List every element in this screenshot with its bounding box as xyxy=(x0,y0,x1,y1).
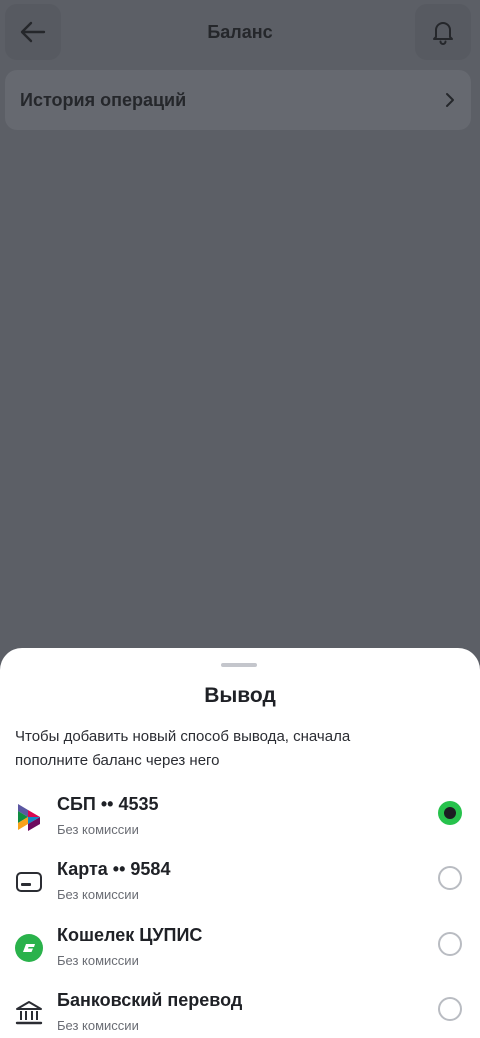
sheet-drag-handle[interactable] xyxy=(221,663,257,667)
method-commission: Без комиссии xyxy=(57,822,139,837)
method-radio[interactable] xyxy=(438,932,462,956)
sbp-logo-icon xyxy=(14,802,44,832)
page-title: Баланс xyxy=(207,22,273,42)
cupis-wallet-icon xyxy=(14,933,44,963)
method-bank-transfer[interactable]: Банковский перевод Без комиссии xyxy=(0,990,480,1038)
withdraw-bottom-sheet: Вывод Чтобы добавить новый способ вывода… xyxy=(0,648,480,1038)
app-header: Баланс xyxy=(0,0,480,64)
method-card[interactable]: Карта •• 9584 Без комиссии xyxy=(0,859,480,919)
method-radio[interactable] xyxy=(438,866,462,890)
method-name: Кошелек ЦУПИС xyxy=(57,925,203,945)
notifications-button[interactable] xyxy=(415,4,471,60)
method-commission: Без комиссии xyxy=(57,887,139,902)
method-name: Карта •• 9584 xyxy=(57,859,171,879)
method-sbp[interactable]: СБП •• 4535 Без комиссии xyxy=(0,794,480,854)
history-operations-label: История операций xyxy=(20,89,187,110)
method-radio-selected[interactable] xyxy=(438,801,462,825)
sheet-title: Вывод xyxy=(204,684,276,707)
method-name: Банковский перевод xyxy=(57,990,243,1010)
method-radio[interactable] xyxy=(438,997,462,1021)
method-commission: Без комиссии xyxy=(57,1018,139,1033)
bank-icon xyxy=(14,998,44,1028)
chevron-right-icon xyxy=(446,93,454,107)
bell-icon xyxy=(433,22,453,45)
method-commission: Без комиссии xyxy=(57,953,139,968)
method-name: СБП •• 4535 xyxy=(57,794,159,814)
method-cupis-wallet[interactable]: Кошелек ЦУПИС Без комиссии xyxy=(0,925,480,985)
history-operations-row[interactable]: История операций xyxy=(5,70,471,130)
card-icon xyxy=(14,867,44,897)
sheet-note: Чтобы добавить новый способ вывода, снач… xyxy=(15,728,351,769)
